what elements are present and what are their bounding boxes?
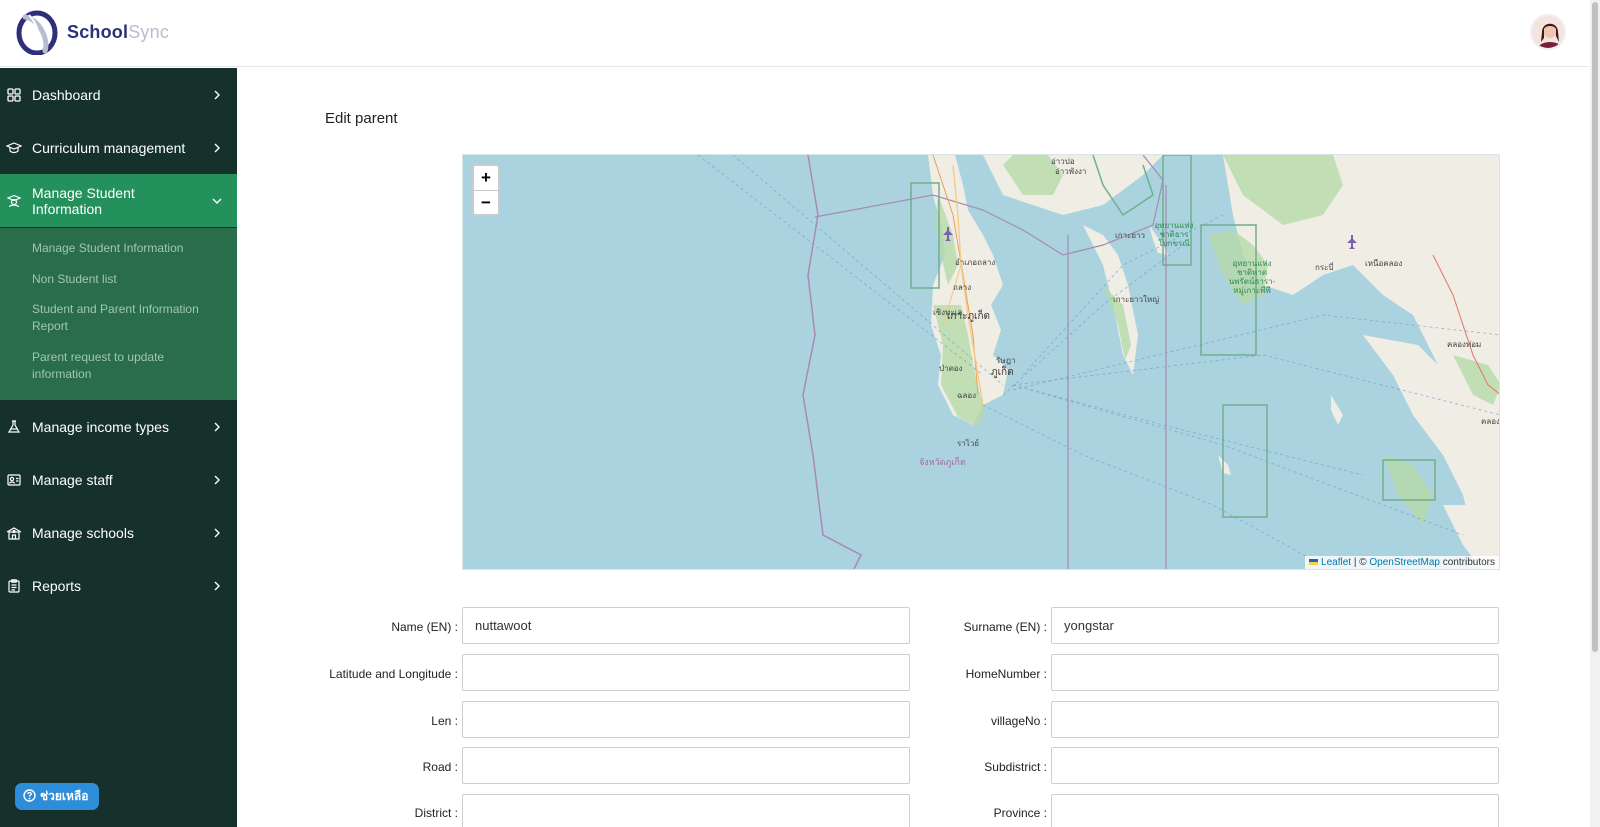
map-label-phuket-city: ภูเก็ต	[991, 367, 1014, 378]
zoom-out-button[interactable]: −	[474, 190, 498, 214]
chevron-down-icon	[207, 197, 227, 205]
brand-logo[interactable]: SchoolSync	[15, 9, 169, 55]
chevron-right-icon	[207, 143, 227, 153]
province-input[interactable]	[1051, 794, 1499, 827]
attribution-separator: | ©	[1353, 557, 1367, 568]
staff-icon	[6, 472, 22, 488]
sidebar-item-label: Reports	[32, 577, 82, 594]
map-label-khlong-thom: คลองท่อม	[1447, 340, 1482, 349]
help-button[interactable]: ช่วยเหลือ	[15, 783, 99, 810]
map-label-park-1: อุทยานแห่งชาติธารโบกขรณี	[1154, 221, 1194, 248]
map-label-phuket-island: เกาะภูเก็ต	[947, 311, 991, 322]
page-title: Edit parent	[325, 110, 398, 127]
district-label: District :	[414, 806, 458, 820]
chevron-right-icon	[207, 475, 227, 485]
map-zoom-control: + −	[472, 164, 500, 216]
attribution-tail: contributors	[1442, 557, 1495, 568]
map-label-yao-noi: เกาะยาว	[1115, 231, 1146, 240]
subdistrict-label: Subdistrict :	[984, 760, 1047, 774]
sidebar-item-manage-schools[interactable]: Manage schools	[0, 506, 237, 559]
chevron-right-icon	[207, 90, 227, 100]
chevron-right-icon	[207, 528, 227, 538]
district-input[interactable]	[462, 794, 910, 827]
map-label-patong: ป่าตอง	[939, 364, 963, 373]
student-icon	[6, 193, 22, 209]
sidebar-item-reports[interactable]: Reports	[0, 559, 237, 612]
surname-en-label: Surname (EN) :	[963, 620, 1047, 634]
map-tiles	[697, 155, 1499, 569]
osm-link[interactable]: OpenStreetMap	[1369, 557, 1440, 568]
logo-mark-icon	[16, 10, 58, 55]
map-label-nuea-khlong: เหนือคลอง	[1365, 259, 1403, 268]
village-no-label: villageNo :	[990, 714, 1047, 728]
sidebar-item-manage-staff[interactable]: Manage staff	[0, 453, 237, 506]
map-label-yao-yai: เกาะยาวใหญ่	[1113, 295, 1160, 304]
name-en-input[interactable]	[462, 607, 910, 644]
map-label-thalang: ถลาง	[953, 283, 972, 292]
map-label-khlong: คลอง	[1481, 417, 1500, 426]
student-submenu: Manage Student Information Non Student l…	[0, 228, 237, 400]
submenu-item-parent-request[interactable]: Parent request to update information	[32, 349, 222, 383]
len-input[interactable]	[462, 701, 910, 738]
sidebar-item-curriculum[interactable]: Curriculum management	[0, 121, 237, 174]
map-attribution: Leaflet | © OpenStreetMap contributors	[1305, 556, 1499, 569]
help-label: ช่วยเหลือ	[40, 789, 89, 803]
latlng-label: Latitude and Longitude :	[329, 667, 458, 681]
map-label-krabi: กระบี่	[1315, 263, 1334, 272]
school-icon	[6, 525, 22, 541]
graduation-cap-icon	[6, 140, 22, 156]
top-header: SchoolSync	[0, 0, 1590, 67]
scrollbar-thumb[interactable]	[1592, 2, 1598, 652]
sidebar-item-income-types[interactable]: Manage income types	[0, 400, 237, 453]
ukraine-flag-icon	[1309, 559, 1319, 565]
home-number-input[interactable]	[1051, 654, 1499, 691]
flask-icon	[6, 419, 22, 435]
page-scrollbar[interactable]	[1590, 0, 1600, 827]
submenu-item-manage-student[interactable]: Manage Student Information	[32, 240, 222, 257]
sidebar-item-label: Dashboard	[32, 86, 101, 103]
sidebar-item-dashboard[interactable]: Dashboard	[0, 68, 237, 121]
map-label-chalong: ฉลอง	[957, 391, 977, 400]
province-label: Province :	[993, 806, 1047, 820]
submenu-item-report[interactable]: Student and Parent Information Report	[32, 301, 222, 335]
subdistrict-input[interactable]	[1051, 747, 1499, 784]
map-label-thalang-area: อำเภอถลาง	[955, 258, 996, 267]
map-label-phang-nga: อ่าวพังงา	[1055, 167, 1087, 176]
zoom-in-button[interactable]: +	[474, 166, 498, 190]
avatar-image	[1532, 16, 1564, 48]
grid-icon	[6, 87, 22, 103]
brand-name: SchoolSync	[67, 22, 169, 43]
len-label: Len :	[431, 714, 458, 728]
sidebar-item-label: Manage income types	[32, 418, 169, 435]
clipboard-icon	[6, 578, 22, 594]
village-no-input[interactable]	[1051, 701, 1499, 738]
help-icon	[23, 788, 36, 805]
surname-en-input[interactable]	[1051, 607, 1499, 644]
leaflet-link[interactable]: Leaflet	[1321, 557, 1351, 568]
map-label-rawai: ราไวย์	[957, 439, 979, 448]
user-avatar[interactable]	[1530, 14, 1566, 50]
submenu-item-non-student[interactable]: Non Student list	[32, 271, 222, 288]
map-label-province: จังหวัดภูเก็ต	[919, 457, 966, 467]
location-map[interactable]: อ่าวปอ อ่าวพังงา อำเภอถลาง ถลาง เชิงทะเล…	[462, 154, 1500, 570]
brand-primary: School	[67, 21, 129, 42]
road-label: Road :	[422, 760, 458, 774]
sidebar: Dashboard Curriculum management Manage S…	[0, 68, 237, 827]
sidebar-item-label: Manage staff	[32, 471, 113, 488]
chevron-right-icon	[207, 581, 227, 591]
brand-secondary: Sync	[128, 21, 170, 42]
sidebar-item-label: Manage Student Information	[32, 184, 135, 217]
sidebar-item-label: Manage schools	[32, 524, 134, 541]
map-label-park-2: อุทยานแห่งชาติหาดนพรัตน์ธารา-หมู่เกาะพีพ…	[1228, 259, 1276, 295]
home-number-label: HomeNumber :	[965, 667, 1047, 681]
sidebar-item-label: Curriculum management	[32, 139, 186, 156]
sidebar-item-manage-student[interactable]: Manage Student Information	[0, 174, 237, 227]
road-input[interactable]	[462, 747, 910, 784]
latlng-input[interactable]	[462, 654, 910, 691]
name-en-label: Name (EN) :	[391, 620, 458, 634]
chevron-right-icon	[207, 422, 227, 432]
